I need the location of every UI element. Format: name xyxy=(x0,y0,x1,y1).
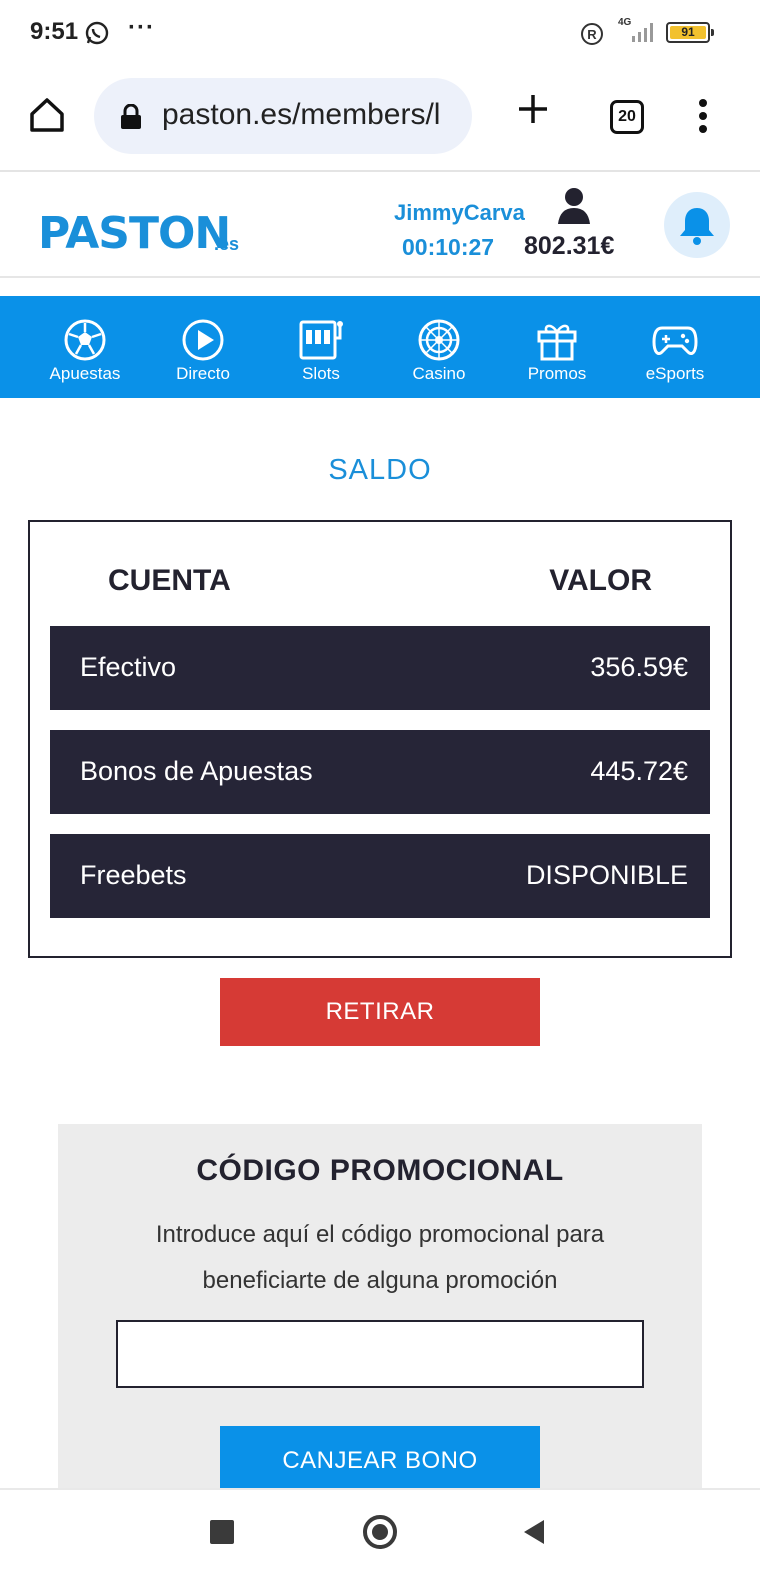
balance-table: CUENTA VALOR Efectivo 356.59€ Bonos de A… xyxy=(28,520,732,958)
url-text: paston.es/members/l xyxy=(162,98,441,131)
nav-item-directo[interactable]: Directo xyxy=(153,296,253,398)
gamepad-icon xyxy=(652,326,698,355)
svg-text:R: R xyxy=(587,27,597,42)
status-time: 9:51 xyxy=(30,18,79,45)
notifications-button[interactable] xyxy=(664,192,730,258)
nav-label: Casino xyxy=(412,364,466,383)
promo-description: Introduce aquí el código promocional par… xyxy=(155,1221,605,1294)
battery-level: 91 xyxy=(670,26,706,39)
nav-label: Apuestas xyxy=(49,364,121,383)
nav-item-esports[interactable]: eSports xyxy=(625,296,725,398)
nav-item-apuestas[interactable]: Apuestas xyxy=(35,296,135,398)
row-value: DISPONIBLE xyxy=(525,860,688,890)
session-timer: 00:10:27 xyxy=(402,234,495,260)
withdraw-button[interactable]: RETIRAR xyxy=(220,978,540,1046)
tab-switcher-button[interactable]: 20 xyxy=(610,100,644,134)
nav-item-casino[interactable]: Casino xyxy=(389,296,489,398)
page-title: SALDO xyxy=(328,454,432,486)
battery-icon: 91 xyxy=(666,22,714,43)
logo-text: PASTON xyxy=(38,208,231,259)
column-header-account: CUENTA xyxy=(108,564,231,597)
logo-tld: .es xyxy=(214,234,240,254)
address-bar[interactable]: paston.es/members/l xyxy=(94,78,472,154)
bell-icon xyxy=(680,208,714,245)
header-balance: 802.31€ xyxy=(524,232,615,260)
whatsapp-icon xyxy=(84,20,110,51)
row-value: 445.72€ xyxy=(590,756,688,786)
nav-item-promos[interactable]: Promos xyxy=(507,296,607,398)
nav-label: Directo xyxy=(176,364,230,383)
promo-title: CÓDIGO PROMOCIONAL xyxy=(196,1154,564,1187)
browser-menu-icon[interactable] xyxy=(698,98,708,139)
lock-icon xyxy=(120,103,142,135)
roulette-icon xyxy=(418,319,460,361)
promo-code-input[interactable] xyxy=(116,1320,644,1388)
table-row: Freebets DISPONIBLE xyxy=(50,834,710,918)
gift-icon xyxy=(537,324,577,361)
back-icon[interactable] xyxy=(522,1518,546,1551)
signal-icon xyxy=(630,20,658,49)
nav-label: eSports xyxy=(645,364,705,383)
registered-icon: R xyxy=(580,22,604,51)
main-nav: Apuestas Directo Slots Casino Promos eSp… xyxy=(0,296,760,398)
home-button-icon[interactable] xyxy=(363,1515,397,1549)
slot-machine-icon xyxy=(299,320,343,360)
soccer-ball-icon xyxy=(64,319,106,361)
row-label: Freebets xyxy=(80,860,187,890)
user-icon[interactable] xyxy=(556,186,592,231)
new-tab-icon[interactable] xyxy=(516,92,550,131)
nav-item-slots[interactable]: Slots xyxy=(271,296,371,398)
site-header: PASTON .es JimmyCarva 00:10:27 802.31€ xyxy=(0,172,760,278)
browser-toolbar: paston.es/members/l 20 xyxy=(0,66,760,172)
row-label: Bonos de Apuestas xyxy=(80,756,313,786)
site-logo[interactable]: PASTON .es xyxy=(38,190,248,260)
row-label: Efectivo xyxy=(80,652,177,682)
row-value: 356.59€ xyxy=(590,652,688,682)
play-icon xyxy=(182,319,224,361)
nav-label: Slots xyxy=(302,364,340,383)
home-icon[interactable] xyxy=(28,96,66,139)
username[interactable]: JimmyCarva xyxy=(394,200,525,226)
recent-apps-icon[interactable] xyxy=(210,1520,234,1544)
nav-label: Promos xyxy=(527,364,587,383)
system-navigation-bar xyxy=(0,1488,760,1581)
promo-code-panel: CÓDIGO PROMOCIONAL Introduce aquí el cód… xyxy=(58,1124,702,1504)
table-row: Efectivo 356.59€ xyxy=(50,626,710,710)
table-row: Bonos de Apuestas 445.72€ xyxy=(50,730,710,814)
redeem-bonus-button[interactable]: CANJEAR BONO xyxy=(220,1426,540,1496)
more-notifications-icon: ··· xyxy=(128,14,155,41)
column-header-value: VALOR xyxy=(549,564,652,597)
status-bar: 9:51 ··· R 4G 91 xyxy=(0,0,760,66)
